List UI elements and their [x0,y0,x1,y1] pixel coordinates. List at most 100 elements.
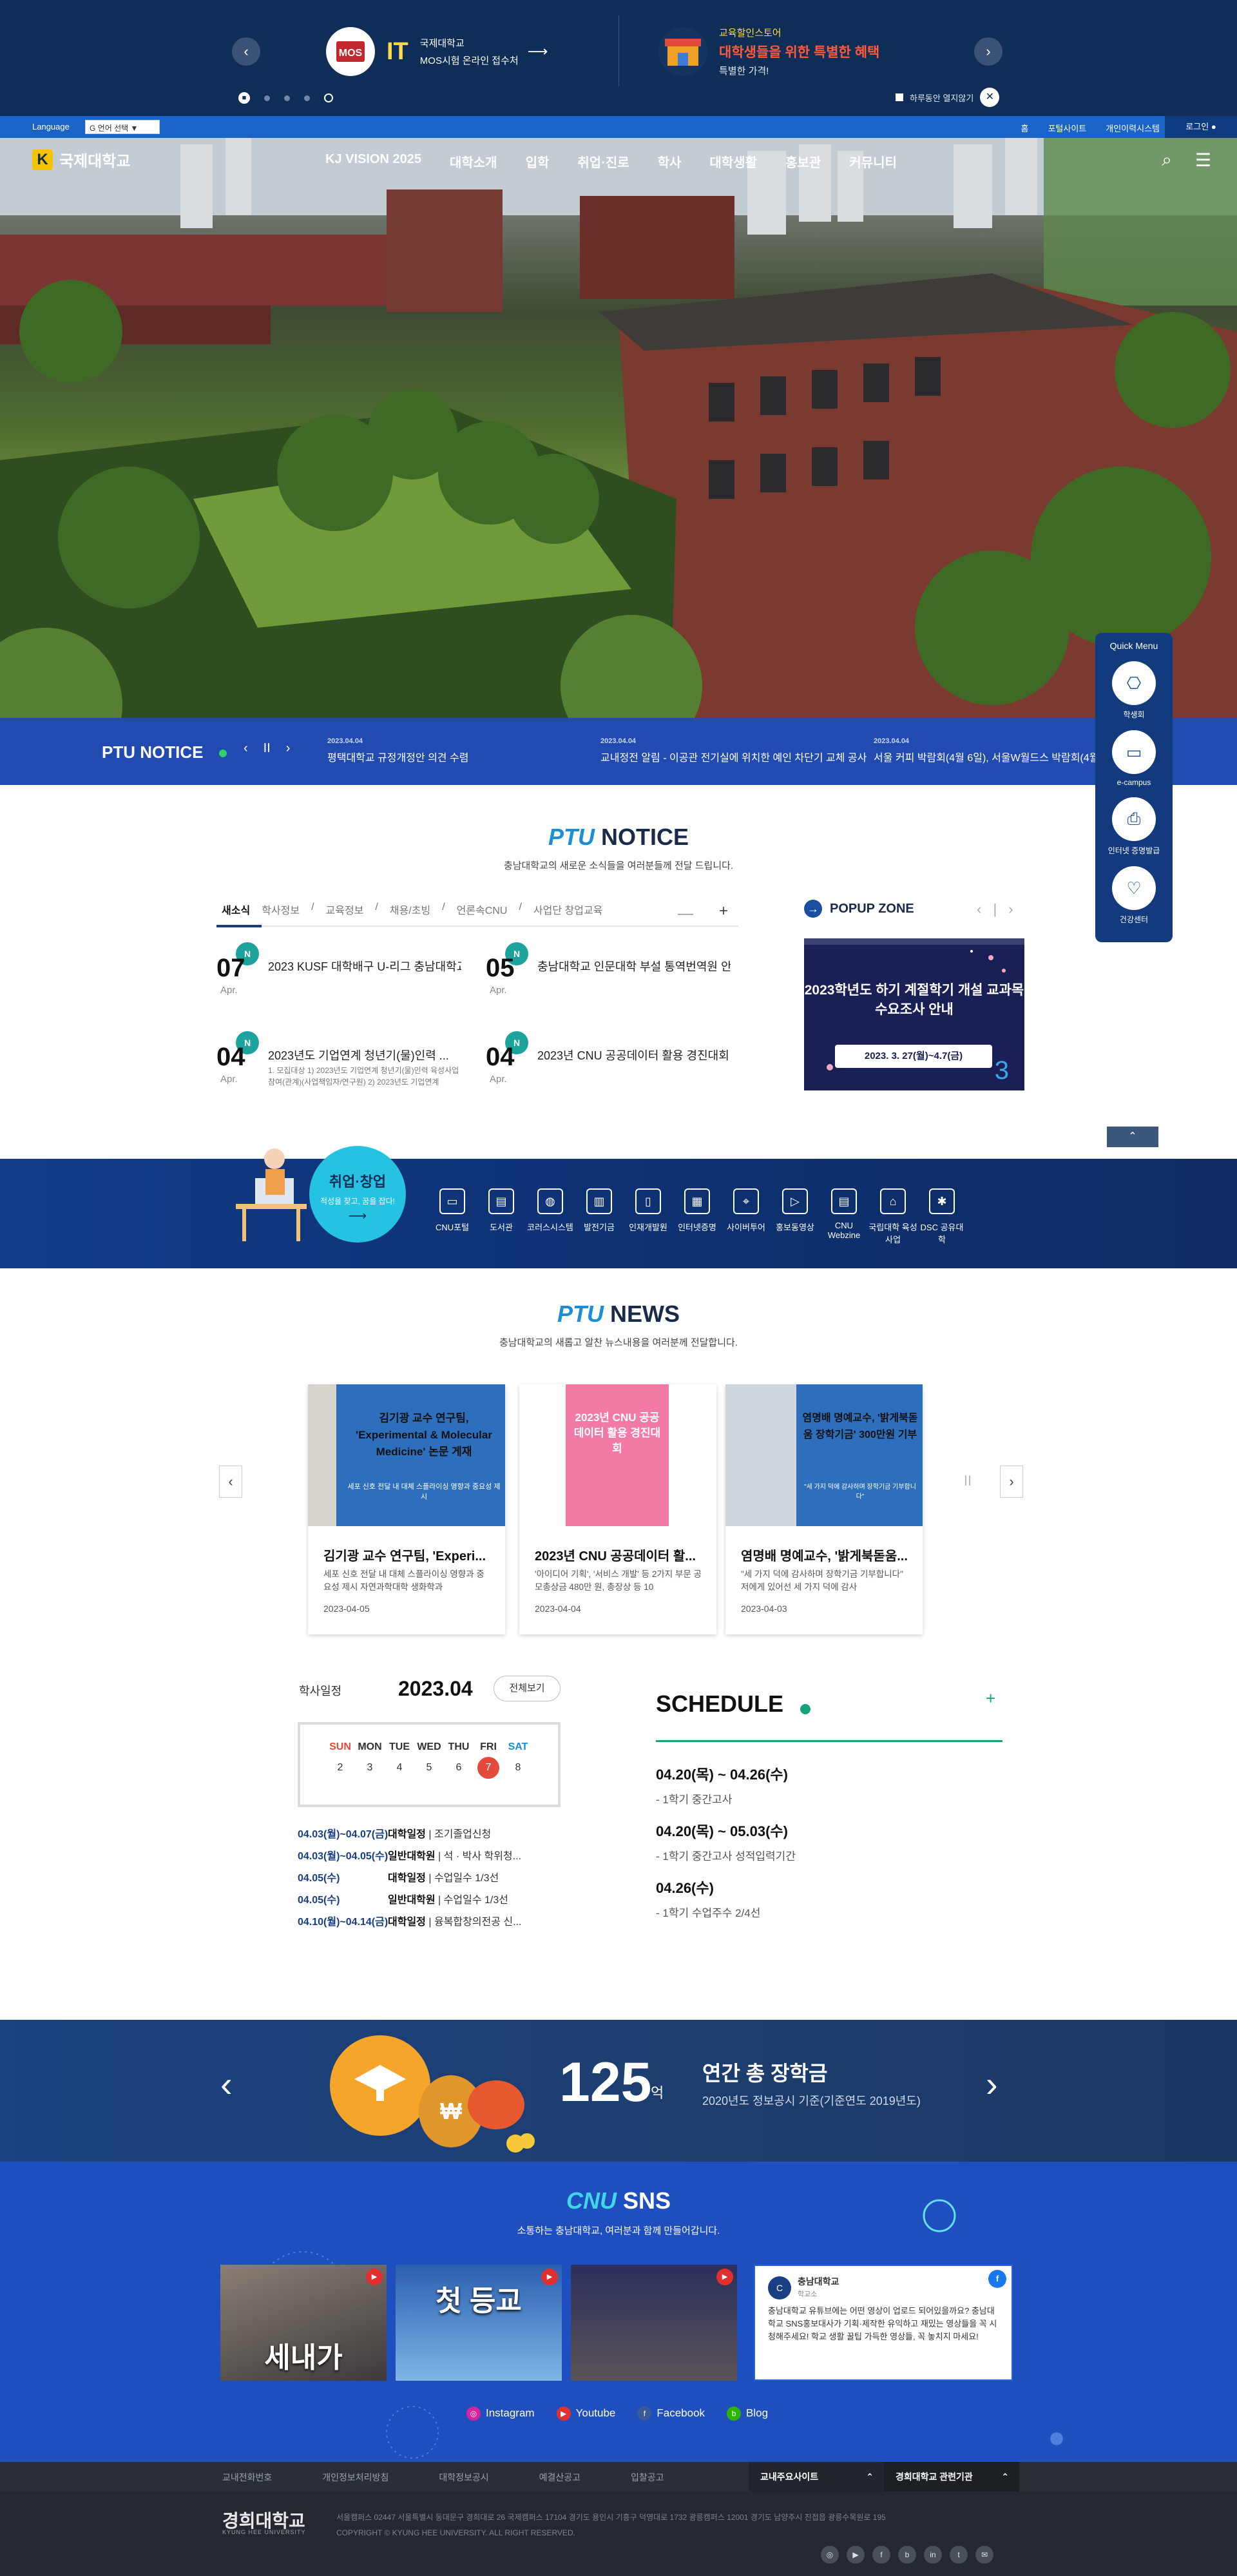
plus-icon[interactable]: + [719,902,728,920]
tab-recruit[interactable]: 채용/초빙 [390,902,430,917]
notice-item[interactable]: N 07 Apr. 2023 KUSF 대학배구 U-리그 충남대학교 ... [216,942,461,1000]
util-link-portal[interactable]: 포털사이트 [1048,122,1086,134]
tab-startup[interactable]: 사업단 창업교육 [533,902,603,917]
service-national-univ[interactable]: ⌂ 국립대학 육성사업 [868,1188,917,1245]
footer-link-phone[interactable]: 교내전화번호 [222,2471,272,2484]
footer-select-sites[interactable]: 교내주요사이트 ⌃ [749,2462,884,2492]
ticker-item[interactable]: 2023.04.04 평택대학교 규정개정안 의견 수렴 [327,737,468,764]
service-chorus[interactable]: ◍ 코러스시스템 [526,1188,575,1245]
ticker-item[interactable]: 2023.04.04 교내정전 알림 - 이공관 전기실에 위치한 예인 차단기 … [600,737,867,764]
quick-item-health[interactable]: ♡ 건강센터 [1095,866,1173,925]
login-button[interactable]: 로그인 ● [1165,116,1237,138]
calendar-event[interactable]: 04.10(월)~04.14(금)대학일정 | 융복합창의전공 신... [298,1913,581,1928]
promo-dot[interactable] [304,95,310,101]
instagram-icon[interactable]: ◎ [821,2546,839,2564]
view-all-button[interactable]: 전체보기 [494,1676,561,1701]
promo-item-mos[interactable]: MOS IT 국제대학교 MOS시험 온라인 접수처 ⟶ [326,26,548,77]
promo-prev-button[interactable]: ‹ [232,37,260,66]
promo-next-button[interactable]: › [974,37,1002,66]
service-video[interactable]: ▷ 홍보동영상 [771,1188,820,1245]
sns-video-tile[interactable]: ▶ 첫 등교 [396,2265,562,2381]
sns-video-tile[interactable]: ▶ [571,2265,737,2381]
youtube-icon[interactable]: ▶ [847,2546,865,2564]
news-card[interactable]: 염명배 명예교수, '밝게북돋움 장학기금' 300만원 기부 "세 가지 덕에… [725,1384,923,1634]
tab-academic-info[interactable]: 학사정보 [262,902,300,917]
footer-select-related[interactable]: 경희대학교 관련기관 ⌃ [884,2462,1019,2492]
notice-item[interactable]: N 04 Apr. 2023년 CNU 공공데이터 활용 경진대회 ... [486,1031,731,1089]
news-card[interactable]: 2023년 CNU 공공데이터 활용 경진대회 2023년 CNU 공공데이터 … [519,1384,716,1634]
nav-item-about[interactable]: 대학소개 [450,152,497,171]
nav-item-community[interactable]: 커뮤니티 [849,152,897,171]
nav-item-admission[interactable]: 입학 [526,152,550,171]
notice-item[interactable]: N 04 Apr. 2023년도 기업연계 청년기(물)인력 ... 1. 모집… [216,1031,461,1096]
menu-icon[interactable]: ☰ [1195,150,1211,171]
promo-dot[interactable] [264,95,270,101]
promo-dot-active[interactable]: ■ [238,92,250,104]
footer-link-bid[interactable]: 입찰공고 [631,2471,664,2484]
facebook-icon[interactable]: f [872,2546,890,2564]
nav-item-campus-life[interactable]: 대학생활 [709,152,757,171]
ticker-next-button[interactable]: › [286,741,291,756]
calendar-day[interactable]: 5 [414,1762,444,1779]
promo-dot[interactable] [324,93,333,102]
util-link-career[interactable]: 개인이력시스템 [1106,122,1160,134]
calendar-event[interactable]: 04.03(월)~04.07(금)대학일정 | 조기졸업신청 [298,1825,581,1841]
nav-item-pr[interactable]: 홍보관 [785,152,821,171]
schedule-item[interactable]: 04.26(수) - 1학기 수업주수 2/4선 [656,1877,1002,1920]
tab-press[interactable]: 언론속CNU [457,902,508,917]
linkedin-icon[interactable]: in [924,2546,942,2564]
twitter-icon[interactable]: t [950,2546,968,2564]
tab-news[interactable]: 새소식 [222,902,250,917]
service-portal[interactable]: ▭ CNU포털 [428,1188,477,1245]
news-pause-button[interactable]: II [956,1466,979,1498]
popup-banner[interactable]: 2023학년도 하기 계절학기 개설 교과목 수요조사 안내 2023. 3. … [804,938,1024,1090]
service-webzine[interactable]: ▤ CNU Webzine [820,1188,868,1245]
schedule-more-button[interactable]: + [986,1689,995,1709]
promo-item-store[interactable]: 교육할인스토어 대학생들을 위한 특별한 혜택 특별한 가격! [658,26,879,77]
calendar-day[interactable]: 2 [325,1762,355,1779]
facebook-post-card[interactable]: C 충남대학교 학교소 충남대학교 유튜브에는 어떤 영상이 업로드 되어있을까… [754,2265,1013,2381]
footer-link-privacy[interactable]: 개인정보처리방침 [322,2471,388,2484]
ticker-pause-button[interactable]: II [264,741,271,756]
close-icon[interactable]: ✕ [980,88,1000,107]
sns-link-facebook[interactable]: f Facebook [637,2407,705,2421]
calendar-day-today[interactable]: 7 [477,1757,499,1779]
scholarship-next-button[interactable]: › [986,2065,998,2104]
career-bubble[interactable]: 취업·창업 적성을 찾고, 꿈을 잡다! ⟶ [309,1146,406,1243]
sns-link-youtube[interactable]: ▶ Youtube [556,2407,615,2421]
ticker-prev-button[interactable]: ‹ [244,741,248,756]
promo-dot[interactable] [284,95,290,101]
nav-item-vision[interactable]: KJ VISION 2025 [325,152,421,171]
scholarship-prev-button[interactable]: ‹ [220,2065,233,2104]
notice-item[interactable]: N 05 Apr. 충남대학교 인문대학 부설 통역번역원 안내 [486,942,731,1000]
sns-link-instagram[interactable]: ◎ Instagram [466,2407,535,2421]
site-logo[interactable]: K 국제대학교 [32,148,130,171]
sns-video-tile[interactable]: ▶ 세내가 [220,2265,387,2381]
blog-icon[interactable]: b [898,2546,916,2564]
news-next-button[interactable]: › [1000,1466,1023,1498]
calendar-day[interactable]: 6 [444,1762,474,1779]
footer-link-disclosure[interactable]: 대학정보공시 [439,2471,488,2484]
util-link-home[interactable]: 홈 [1021,122,1028,134]
calendar-event[interactable]: 04.03(월)~04.05(수)일반대학원 | 석 · 박사 학위청... [298,1847,581,1863]
quick-item-ecampus[interactable]: ▭ e-campus [1095,730,1173,787]
scroll-top-button[interactable]: ⌃ [1107,1127,1158,1147]
mail-icon[interactable]: ✉ [975,2546,993,2564]
close-today-checkbox[interactable] [896,93,903,101]
search-icon[interactable]: ⌕ [1162,150,1172,171]
service-certificate[interactable]: ▦ 인터넷증명 [673,1188,722,1245]
ticker-item[interactable]: 2023.04.04 서울 커피 박람회(4월 6일), 서울W월드스 박람회(4… [874,737,1234,764]
schedule-item[interactable]: 04.20(목) ~ 05.03(수) - 1학기 중간고사 성적입력기간 [656,1820,1002,1863]
popup-zone-controls[interactable]: ‹ | › [977,901,1017,918]
schedule-item[interactable]: 04.20(목) ~ 04.26(수) - 1학기 중간고사 [656,1763,1002,1806]
language-select[interactable]: G 언어 선택 ▼ [85,120,160,134]
footer-link-budget[interactable]: 예결산공고 [539,2471,580,2484]
service-cyber-tour[interactable]: ⌖ 사이버투어 [722,1188,771,1245]
sns-link-blog[interactable]: b Blog [727,2407,768,2421]
service-dsc[interactable]: ✱ DSC 공유대학 [917,1188,966,1245]
service-talent[interactable]: ▯ 인재개발원 [624,1188,673,1245]
calendar-day[interactable]: 8 [503,1762,533,1779]
calendar-event[interactable]: 04.05(수) 대학일정 | 수업일수 1/3선 [298,1869,581,1884]
news-prev-button[interactable]: ‹ [219,1466,242,1498]
service-library[interactable]: ▤ 도서관 [477,1188,526,1245]
